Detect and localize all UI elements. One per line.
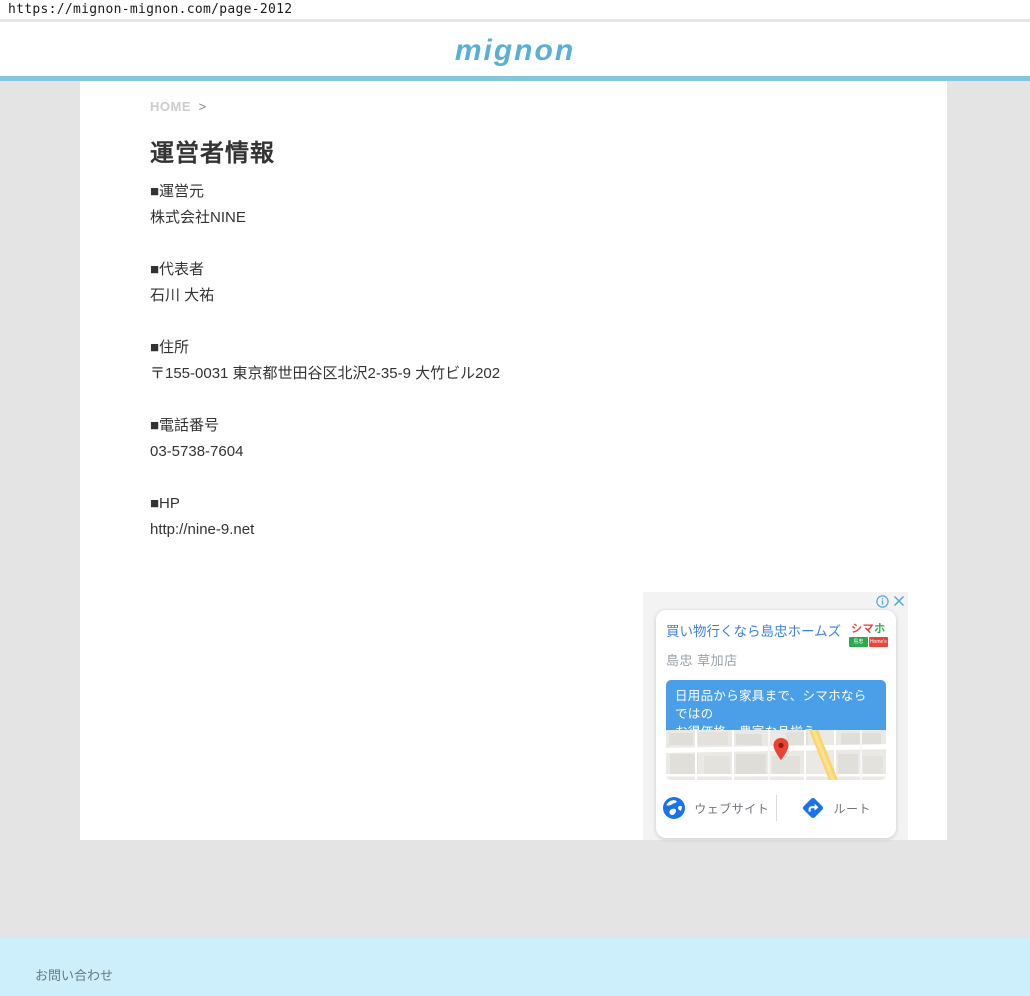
breadcrumb: HOME > <box>150 99 947 117</box>
shimachu-badge: 島忠 <box>849 637 868 647</box>
section-value: 石川 大祐 <box>150 286 947 306</box>
page-title: 運営者情報 <box>150 137 947 170</box>
ad-card: 買い物行くなら島忠ホームズ シマホ 島忠 Home's 島忠 草加店 <box>656 610 896 838</box>
website-button-label: ウェブサイト <box>694 800 769 817</box>
ad-store-name: 島忠 草加店 <box>666 650 738 669</box>
ad-info-icon[interactable] <box>876 595 889 608</box>
website-button[interactable]: ウェブサイト <box>656 788 776 828</box>
directions-icon <box>801 796 825 820</box>
globe-icon <box>662 796 686 820</box>
google-ad-unit: 買い物行くなら島忠ホームズ シマホ 島忠 Home's 島忠 草加店 <box>643 592 908 840</box>
section-label: ■HP <box>150 494 947 514</box>
page-background: HOME > 運営者情報 ■運営元 株式会社NINE ■代表者 石川 大祐 ■住… <box>0 81 1030 938</box>
homes-badge: Home's <box>869 637 888 647</box>
logo-badges: 島忠 Home's <box>849 637 888 647</box>
page-footer: お問い合わせ <box>0 938 1030 996</box>
main-content: HOME > 運営者情報 ■運営元 株式会社NINE ■代表者 石川 大祐 ■住… <box>80 81 947 840</box>
logo-char: シ <box>851 623 863 635</box>
operator-info-sections: ■運営元 株式会社NINE ■代表者 石川 大祐 ■住所 〒155-0031 東… <box>150 182 947 540</box>
ad-close-icon[interactable] <box>893 595 905 607</box>
section-value: 03-5738-7604 <box>150 442 947 462</box>
map-thumbnail[interactable] <box>666 730 886 780</box>
shimaho-logo-text: シマホ <box>849 623 888 635</box>
ad-banner-line1: 日用品から家具まで、シマホならではの <box>675 687 877 723</box>
advertiser-logo: シマホ 島忠 Home's <box>849 623 888 647</box>
ad-headline-link[interactable]: 買い物行くなら島忠ホームズ <box>666 623 849 647</box>
site-header: mignon <box>0 25 1030 76</box>
ad-media-block[interactable]: 日用品から家具まで、シマホならではの お得価格・豊富な品揃え。 <box>666 680 886 780</box>
section-value: 株式会社NINE <box>150 208 947 228</box>
section-value: 〒155-0031 東京都世田谷区北沢2-35-9 大竹ビル202 <box>150 364 947 384</box>
logo-char: ホ <box>874 623 886 635</box>
ad-choices-row <box>876 594 905 608</box>
section-label: ■代表者 <box>150 260 947 280</box>
route-button-label: ルート <box>833 800 871 817</box>
section-label: ■運営元 <box>150 182 947 202</box>
ad-description-banner[interactable]: 日用品から家具まで、シマホならではの お得価格・豊富な品揃え。 <box>666 680 886 730</box>
section-value: http://nine-9.net <box>150 520 947 540</box>
ad-action-bar: ウェブサイト ルート <box>656 788 896 828</box>
ad-header-row: 買い物行くなら島忠ホームズ シマホ 島忠 Home's <box>666 623 888 647</box>
route-button[interactable]: ルート <box>777 788 897 828</box>
section-label: ■住所 <box>150 338 947 358</box>
logo-char: マ <box>863 623 875 635</box>
page-url: https://mignon-mignon.com/page-2012 <box>8 2 292 17</box>
breadcrumb-home-link[interactable]: HOME <box>150 99 191 114</box>
contact-link[interactable]: お問い合わせ <box>35 965 113 984</box>
site-logo[interactable]: mignon <box>455 34 575 68</box>
section-label: ■電話番号 <box>150 416 947 436</box>
breadcrumb-separator: > <box>199 99 207 114</box>
browser-url-bar[interactable]: https://mignon-mignon.com/page-2012 <box>0 0 1030 22</box>
